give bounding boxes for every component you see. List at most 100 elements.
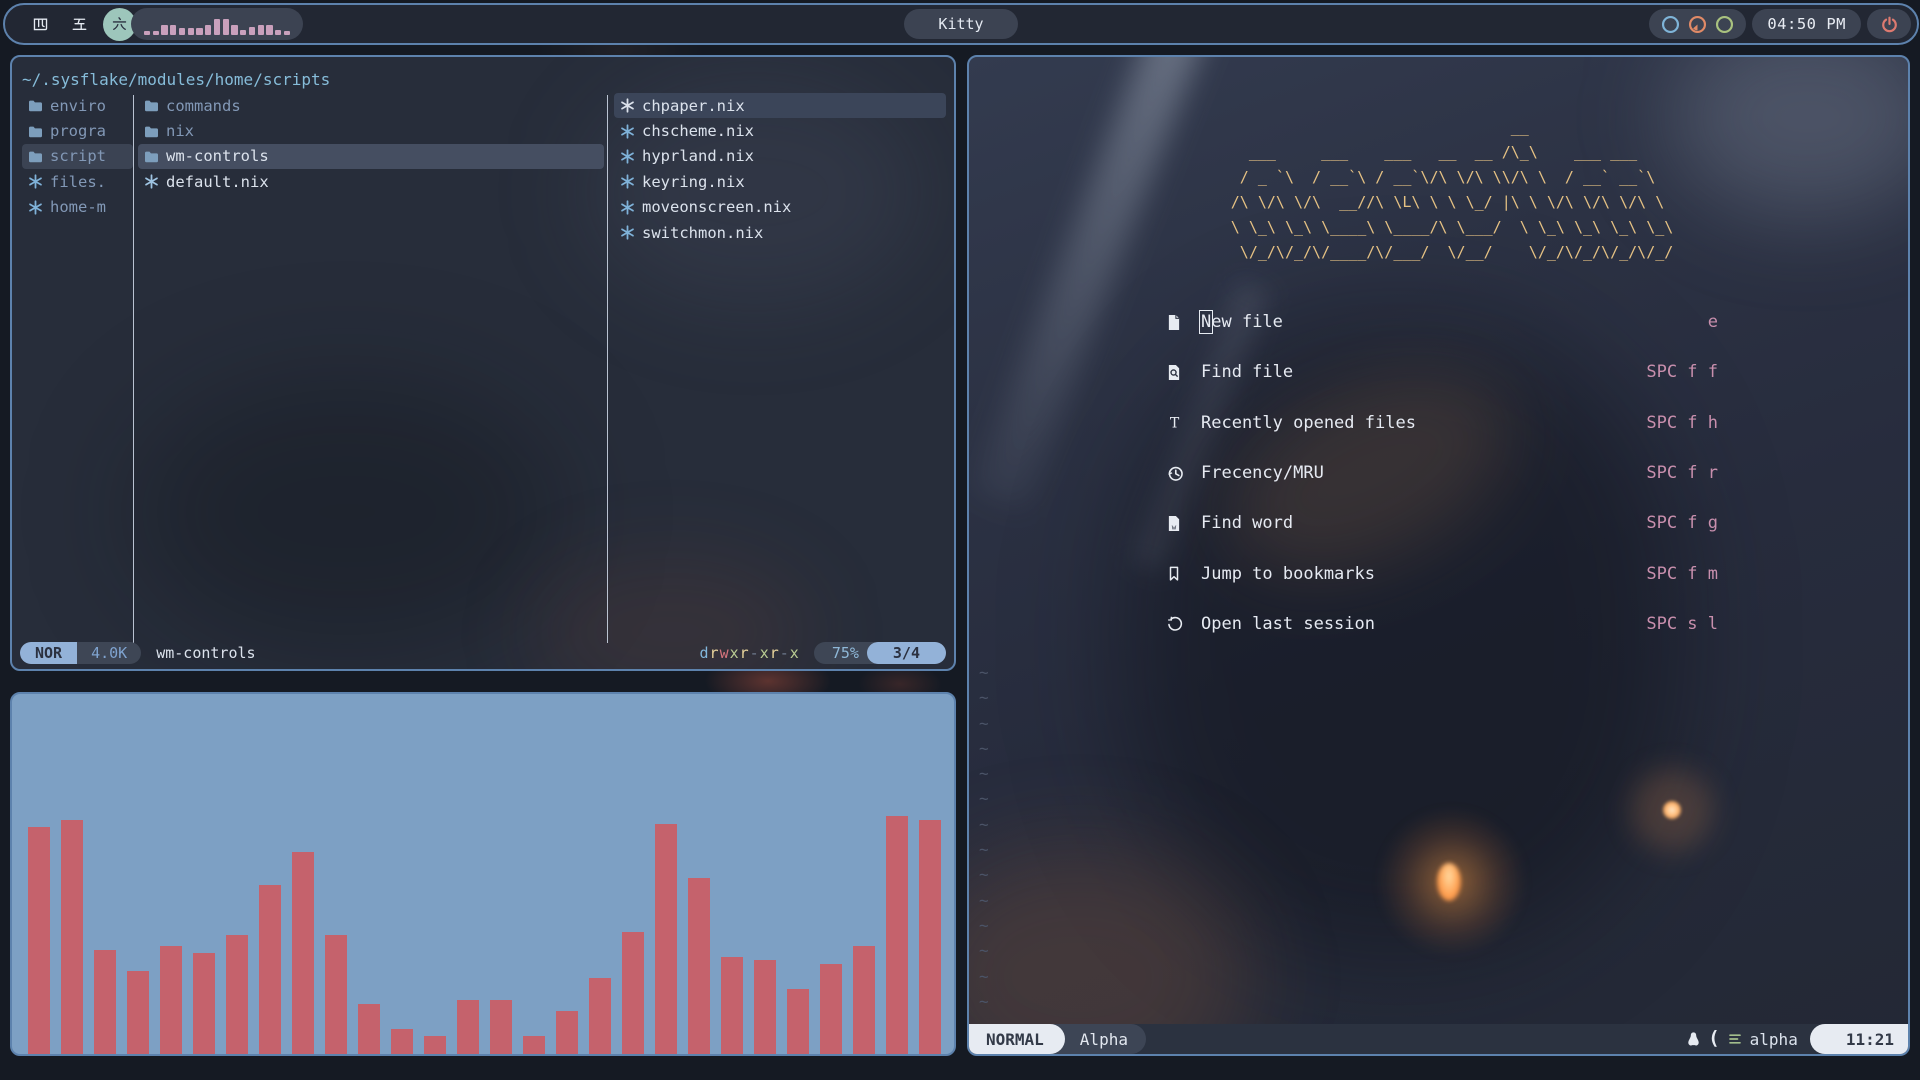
- file-manager-window: ~/.sysflake/modules/home/scripts envirop…: [10, 55, 956, 671]
- chart-bar: [754, 960, 776, 1054]
- chart-bar: [688, 878, 710, 1054]
- histogram-widget[interactable]: [131, 8, 303, 40]
- chart-bar: [292, 852, 314, 1054]
- histogram-bar: [205, 25, 211, 35]
- histogram-bar: [170, 25, 176, 35]
- file-name: chpaper.nix: [642, 97, 745, 115]
- file-row[interactable]: files.: [22, 169, 133, 194]
- nix-icon: [620, 149, 635, 164]
- menu-item-find-word[interactable]: wFind wordSPC f g: [969, 498, 1908, 548]
- menu-item-label: Find file: [1201, 362, 1293, 382]
- nix-icon: [144, 174, 159, 189]
- nix-icon: [620, 200, 635, 215]
- empty-line-marker: ~: [979, 685, 989, 710]
- menu-item-shortcut: SPC s l: [1646, 614, 1718, 634]
- menu-item-new-file[interactable]: New filee: [969, 297, 1908, 347]
- chart-bar: [919, 820, 941, 1054]
- menu-item-label: Frecency/MRU: [1201, 463, 1324, 483]
- file-row[interactable]: home-m: [22, 195, 133, 220]
- file-row[interactable]: keyring.nix: [614, 169, 946, 194]
- menu-item-label: Jump to bookmarks: [1201, 564, 1375, 584]
- dashboard-logo: __ ___ ___ ___ __ __ /\_\ ___ ___ / _ `\…: [1204, 115, 1674, 265]
- workspace-switcher: [25, 5, 136, 43]
- menu-item-recently-opened-files[interactable]: T Recently opened files SPC f h: [969, 398, 1908, 448]
- chart-bar: [61, 820, 83, 1054]
- file-row[interactable]: progra: [22, 118, 133, 143]
- power-button[interactable]: [1867, 9, 1911, 39]
- file-row[interactable]: hyprland.nix: [614, 144, 946, 169]
- menu-item-shortcut: SPC f h: [1646, 413, 1718, 433]
- chart-bar: [391, 1029, 413, 1054]
- file-name: chscheme.nix: [642, 122, 754, 140]
- chart-bar: [622, 932, 644, 1054]
- menu-item-frecency-mru[interactable]: Frecency/MRUSPC f r: [969, 448, 1908, 498]
- file-row[interactable]: chscheme.nix: [614, 118, 946, 143]
- linux-penguin-icon: [1687, 1031, 1700, 1047]
- history-icon: [1167, 465, 1193, 482]
- menu-item-open-last-session[interactable]: Open last session SPC s l: [969, 599, 1908, 649]
- chart-bar: [325, 935, 347, 1054]
- file-row[interactable]: script: [22, 144, 133, 169]
- histogram-bar: [258, 25, 264, 35]
- file-search-icon: [1167, 364, 1193, 381]
- file-name: default.nix: [166, 173, 269, 191]
- nix-icon: [620, 124, 635, 139]
- chart-bar: [424, 1036, 446, 1054]
- histogram-bar: [284, 31, 290, 35]
- statusline-clock: 11:21: [1810, 1024, 1908, 1054]
- menu-item-label: Open last session: [1201, 614, 1375, 634]
- chart-bar: [259, 885, 281, 1054]
- workspace-button[interactable]: [25, 9, 55, 39]
- terminal-cursor: N: [1201, 312, 1211, 332]
- menu-item-label: Recently opened files: [1201, 413, 1416, 433]
- histogram-bar: [188, 28, 194, 35]
- nix-icon: [28, 200, 43, 215]
- file-row[interactable]: moveonscreen.nix: [614, 195, 946, 220]
- empty-line-marker: ~: [979, 964, 989, 989]
- file-row[interactable]: enviro: [22, 93, 133, 118]
- file-name: switchmon.nix: [642, 224, 763, 242]
- scroll-percent-badge: 75%: [814, 642, 875, 664]
- svg-text:T: T: [1170, 415, 1180, 430]
- tray-status-icons[interactable]: [1649, 9, 1746, 39]
- timer-ring-icon[interactable]: [1687, 14, 1708, 35]
- file-row[interactable]: wm-controls: [138, 144, 604, 169]
- nix-icon: [620, 174, 635, 189]
- chart-bar: [94, 950, 116, 1054]
- permission-char: x: [760, 644, 770, 662]
- menu-item-jump-to-bookmarks[interactable]: Jump to bookmarks SPC f m: [969, 548, 1908, 598]
- file-word-icon: w: [1167, 515, 1193, 532]
- chart-bar: [721, 957, 743, 1054]
- histogram-bar: [223, 19, 229, 35]
- editor-window: __ ___ ___ ___ __ __ /\_\ ___ ___ / _ `\…: [967, 55, 1910, 1056]
- menu-item-shortcut: SPC f m: [1646, 564, 1718, 584]
- dashboard-menu: New fileeFind fileSPC f f T Recently opene…: [969, 297, 1908, 649]
- file-row[interactable]: switchmon.nix: [614, 220, 946, 245]
- folder-icon: [144, 125, 159, 138]
- nix-icon: [620, 98, 635, 113]
- chart-bar: [556, 1011, 578, 1054]
- file-name: script: [50, 147, 106, 165]
- hovered-file-name: wm-controls: [156, 644, 255, 662]
- empty-line-marker: ~: [979, 862, 989, 887]
- blue-ring-icon[interactable]: [1660, 14, 1681, 35]
- file-row[interactable]: nix: [138, 118, 604, 143]
- file-row[interactable]: default.nix: [138, 169, 604, 194]
- file-row[interactable]: chpaper.nix: [614, 93, 946, 118]
- menu-item-shortcut: e: [1708, 312, 1718, 332]
- permission-char: x: [730, 644, 740, 662]
- text-icon: T: [1167, 415, 1193, 431]
- histogram-bar: [275, 30, 281, 35]
- workspace-button[interactable]: [64, 9, 94, 39]
- file-row[interactable]: commands: [138, 93, 604, 118]
- file-size-badge: 4.0K: [77, 642, 141, 664]
- histogram-bar: [266, 25, 272, 35]
- cursor-position-badge: 3/4: [867, 642, 946, 664]
- top-bar: Kitty 04:50 PM: [3, 3, 1919, 45]
- menu-item-find-file[interactable]: Find fileSPC f f: [969, 347, 1908, 397]
- histogram-bars: [144, 19, 290, 35]
- green-ring-icon[interactable]: [1714, 14, 1735, 35]
- empty-line-marker: ~: [979, 913, 989, 938]
- chart-bar: [160, 946, 182, 1054]
- file-icon: [1167, 314, 1193, 331]
